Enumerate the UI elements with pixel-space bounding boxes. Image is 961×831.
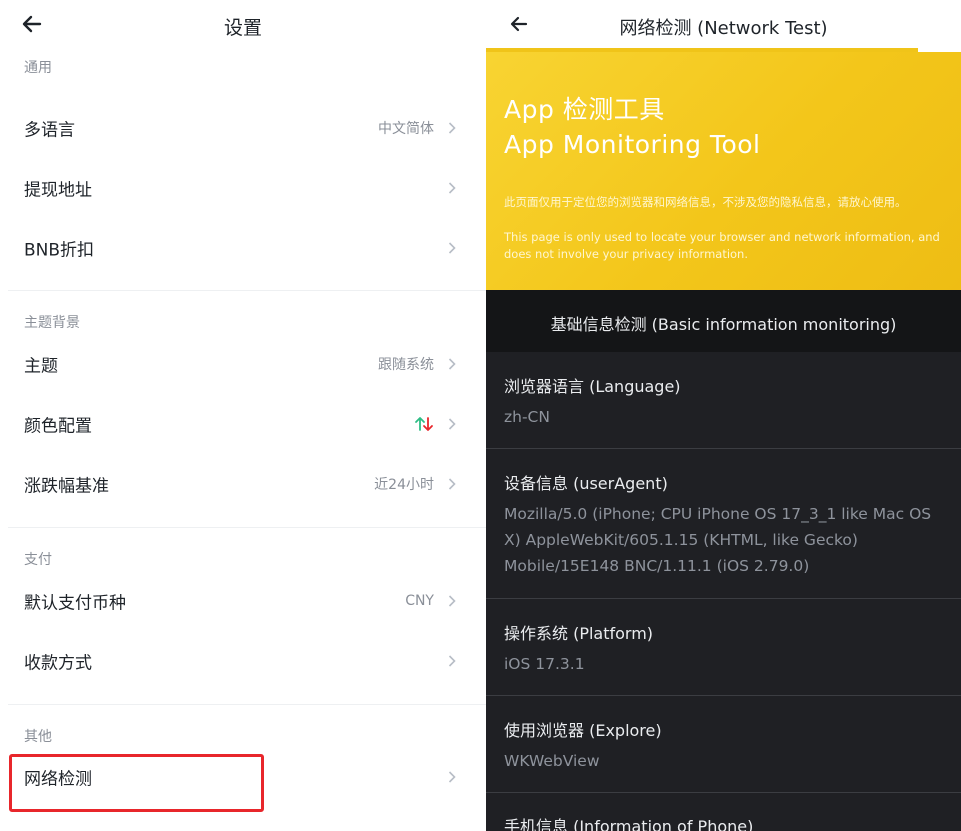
- annotation-highlight-box: [9, 754, 264, 812]
- hero-description-cn: 此页面仅用于定位您的浏览器和网络信息，不涉及您的隐私信息，请放心使用。: [504, 195, 907, 209]
- section-label-theme: 主题背景: [24, 315, 80, 331]
- settings-item-default-currency[interactable]: 默认支付币种 CNY: [0, 571, 486, 631]
- page-title: 网络检测 (Network Test): [619, 18, 828, 39]
- settings-header: 设置: [0, 0, 486, 50]
- section-divider: [8, 290, 486, 291]
- info-row-phone: 手机信息 (Information of Phone): [486, 793, 961, 831]
- settings-item-value: 跟随系统: [378, 357, 434, 373]
- hero-description-en: This page is only used to locate your br…: [504, 230, 940, 261]
- info-label: 操作系统 (Platform): [504, 624, 654, 643]
- settings-item-value: CNY: [405, 593, 434, 609]
- info-row-language: 浏览器语言 (Language) zh-CN: [486, 352, 961, 449]
- settings-item-label: 颜色配置: [24, 416, 92, 437]
- chevron-right-icon: [448, 771, 456, 783]
- settings-item-label: BNB折扣: [24, 240, 95, 261]
- info-label: 手机信息 (Information of Phone): [504, 817, 754, 831]
- up-down-arrows-icon: [415, 417, 433, 431]
- info-value: WKWebView: [504, 752, 600, 770]
- settings-item-bnb-discount[interactable]: BNB折扣: [0, 218, 486, 278]
- section-label-other: 其他: [24, 729, 52, 745]
- info-label: 设备信息 (userAgent): [504, 474, 668, 493]
- info-label: 浏览器语言 (Language): [504, 377, 681, 396]
- settings-item-theme[interactable]: 主题 跟随系统: [0, 334, 486, 394]
- section-label-payment: 支付: [24, 552, 52, 568]
- section-label-general: 通用: [24, 60, 52, 76]
- settings-item-label: 主题: [24, 356, 58, 377]
- settings-item-color-config[interactable]: 颜色配置: [0, 394, 486, 454]
- settings-panel: 设置 通用 多语言 中文简体 提现地址 BNB折扣 主题背景 主题 跟随系统 颜…: [0, 0, 486, 831]
- settings-item-value: 中文简体: [378, 121, 434, 137]
- basic-info-section-header: 基础信息检测 (Basic information monitoring): [486, 290, 961, 352]
- settings-item-payment-methods[interactable]: 收款方式: [0, 631, 486, 691]
- hero-banner: App 检测工具 App Monitoring Tool 此页面仅用于定位您的浏…: [486, 48, 961, 290]
- network-test-header: 网络检测 (Network Test): [486, 0, 961, 52]
- info-value: zh-CN: [504, 408, 550, 426]
- chevron-right-icon: [448, 242, 456, 254]
- section-divider: [8, 527, 486, 528]
- chevron-right-icon: [448, 655, 456, 667]
- info-row-browser: 使用浏览器 (Explore) WKWebView: [486, 696, 961, 793]
- settings-item-change-baseline[interactable]: 涨跌幅基准 近24小时: [0, 454, 486, 514]
- chevron-right-icon: [448, 182, 456, 194]
- settings-item-value: 近24小时: [374, 477, 434, 493]
- section-divider: [8, 704, 486, 705]
- settings-item-label: 提现地址: [24, 180, 92, 201]
- section-title: 基础信息检测 (Basic information monitoring): [550, 315, 897, 334]
- banner-top-strip: [486, 48, 918, 52]
- settings-item-label: 多语言: [24, 120, 75, 141]
- settings-item-withdraw-address[interactable]: 提现地址: [0, 158, 486, 218]
- info-value: iOS 17.3.1: [504, 655, 585, 673]
- settings-item-label: 默认支付币种: [24, 593, 126, 614]
- network-test-panel: 网络检测 (Network Test) App 检测工具 App Monitor…: [486, 0, 961, 831]
- chevron-right-icon: [448, 478, 456, 490]
- settings-item-language[interactable]: 多语言 中文简体: [0, 98, 486, 158]
- hero-title-cn: App 检测工具: [504, 95, 665, 124]
- chevron-right-icon: [448, 122, 456, 134]
- info-value: Mozilla/5.0 (iPhone; CPU iPhone OS 17_3_…: [504, 505, 932, 575]
- page-title: 设置: [223, 17, 262, 39]
- settings-item-label: 收款方式: [24, 653, 92, 674]
- chevron-right-icon: [448, 595, 456, 607]
- info-row-user-agent: 设备信息 (userAgent) Mozilla/5.0 (iPhone; CP…: [486, 449, 961, 599]
- chevron-right-icon: [448, 418, 456, 430]
- chevron-right-icon: [448, 358, 456, 370]
- info-label: 使用浏览器 (Explore): [504, 721, 662, 740]
- info-row-platform: 操作系统 (Platform) iOS 17.3.1: [486, 599, 961, 696]
- settings-item-label: 涨跌幅基准: [24, 476, 109, 497]
- hero-title-en: App Monitoring Tool: [504, 130, 761, 159]
